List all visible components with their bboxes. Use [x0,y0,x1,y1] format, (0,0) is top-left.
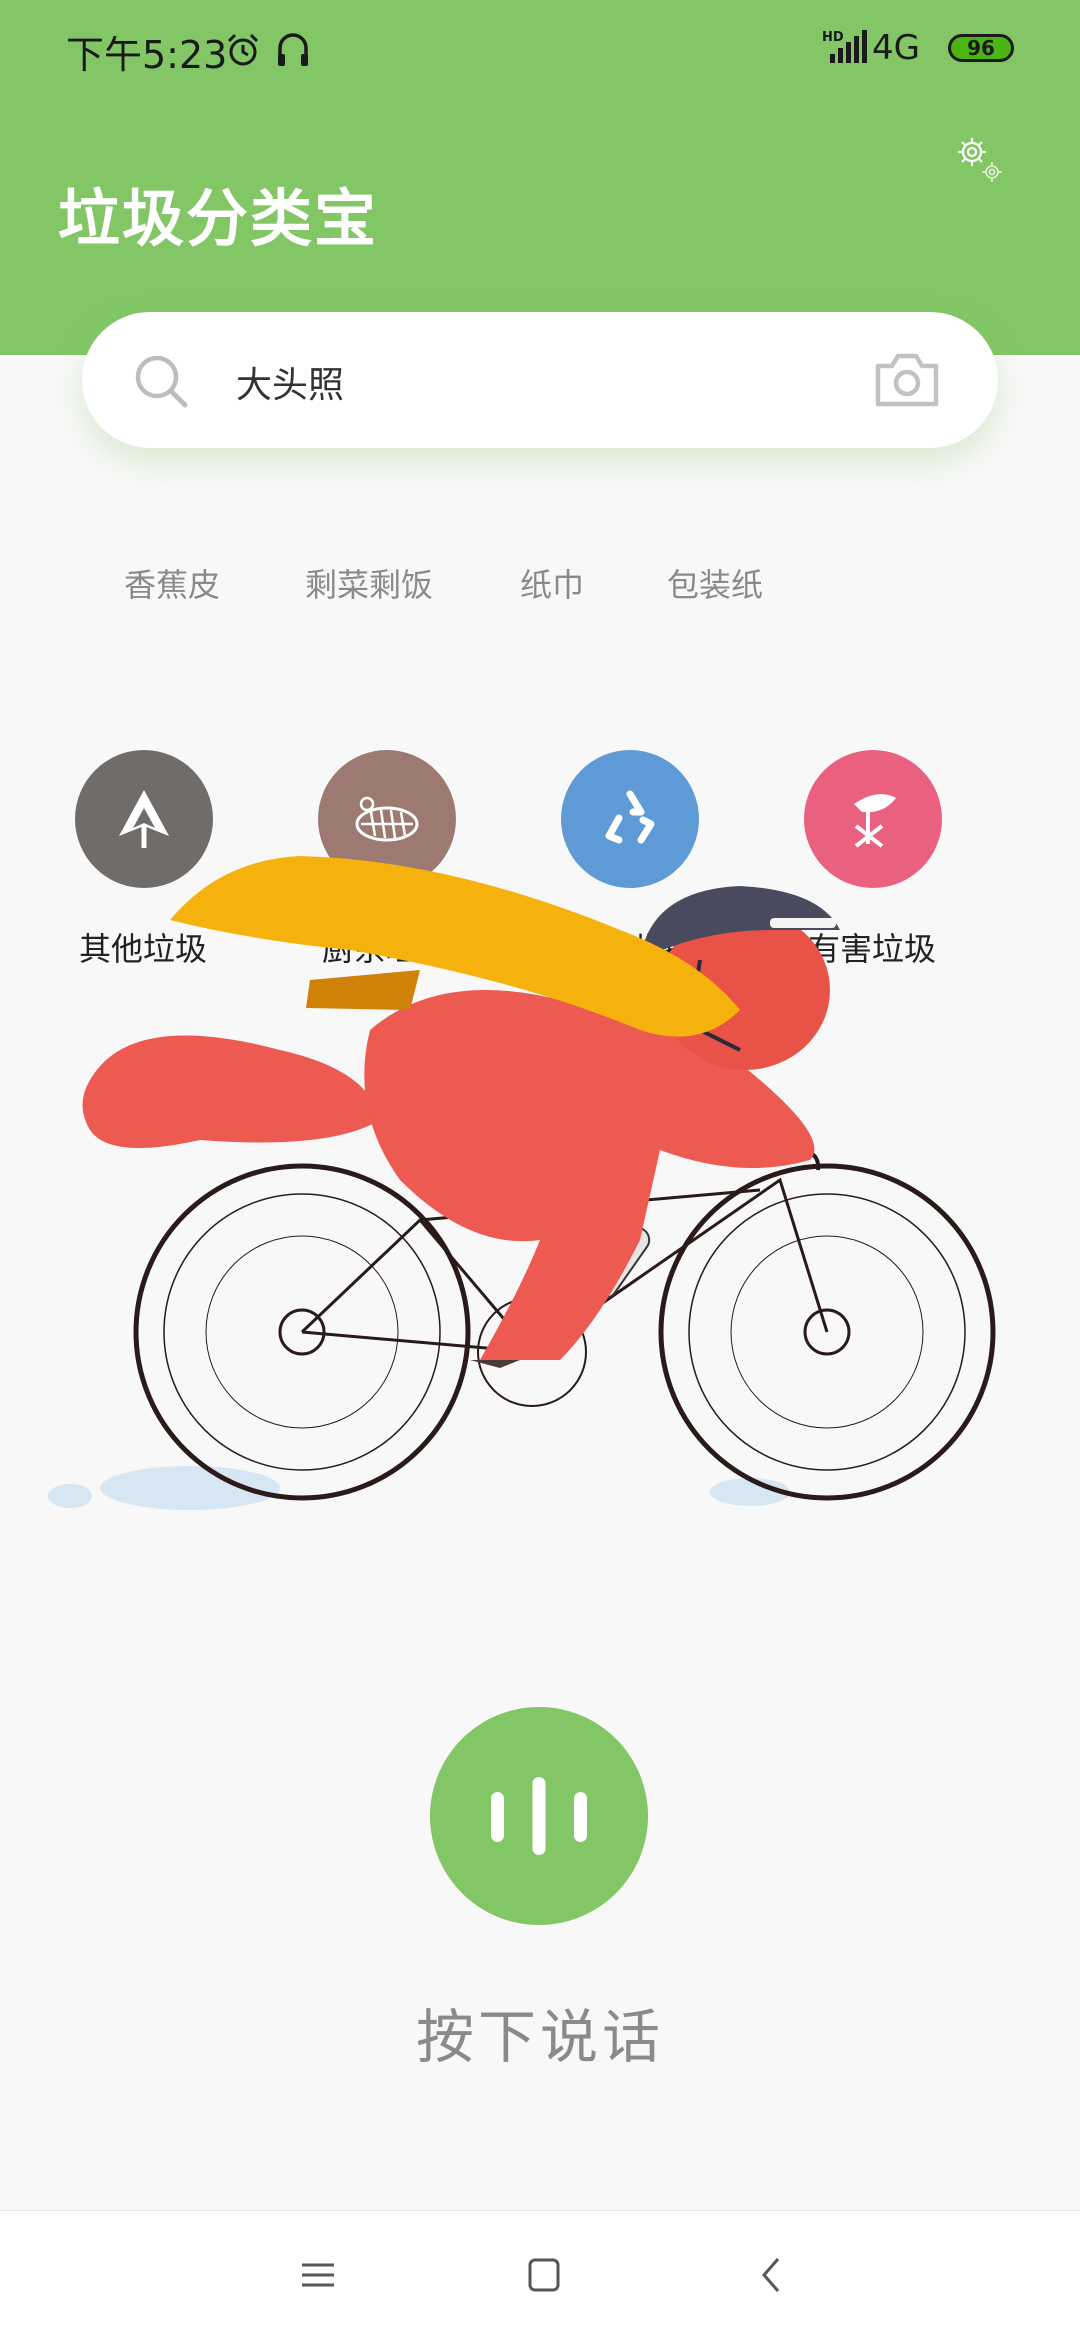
status-time: 下午5:23 [66,33,228,77]
app-header: 下午5:23 HD 4G 96 垃圾分类宝 [0,0,1080,355]
voice-wave-icon [491,1777,587,1855]
search-bar[interactable]: 大头照 [82,312,998,448]
hot-tags: 香蕉皮 剩菜剩饭 纸巾 包装纸 [0,560,1080,620]
hot-tag-item[interactable]: 香蕉皮 [124,560,220,606]
hot-tag-item[interactable]: 纸巾 [520,560,584,606]
voice-record-button[interactable] [430,1707,648,1925]
system-nav-bar [0,2210,1080,2341]
hot-tag-item[interactable]: 包装纸 [667,560,763,606]
squirrel-cyclist-illustration [0,820,1080,1520]
home-icon[interactable] [524,2255,564,2299]
back-icon[interactable] [752,2255,792,2299]
search-input[interactable]: 大头照 [236,356,344,408]
battery-indicator: 96 [948,34,1014,62]
search-icon[interactable] [132,352,190,414]
hot-tag-item[interactable]: 剩菜剩饭 [305,560,433,606]
voice-hint-label: 按下说话 [415,2003,664,2071]
camera-icon[interactable] [874,350,940,412]
menu-icon[interactable] [298,2255,338,2299]
status-bar: 下午5:23 HD 4G 96 [0,0,1080,100]
app-title: 垃圾分类宝 [58,182,379,255]
signal-icon [828,30,868,68]
headset-icon [275,30,311,72]
network-type: 4G [872,28,920,68]
gear-icon [958,138,1002,182]
alarm-icon [225,32,261,72]
settings-button[interactable] [948,130,1010,192]
